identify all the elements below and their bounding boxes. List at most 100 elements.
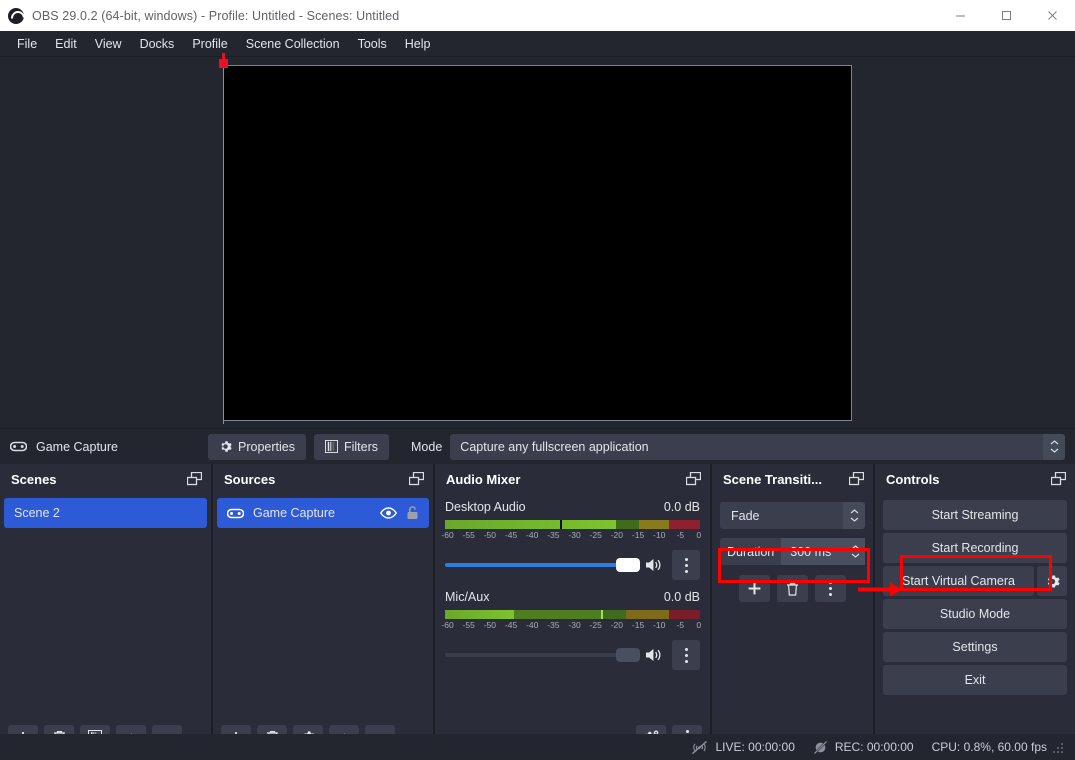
popout-icon[interactable] [849, 472, 864, 486]
duration-field[interactable]: 300 ms [781, 538, 865, 565]
selection-corner-marker [219, 52, 228, 68]
tick: -20 [610, 530, 624, 540]
duration-spinner[interactable] [845, 538, 865, 565]
menu-docks[interactable]: Docks [131, 33, 184, 55]
unlock-icon[interactable] [406, 506, 419, 520]
maximize-icon[interactable] [983, 0, 1029, 31]
popout-icon[interactable] [686, 472, 701, 486]
tick: -40 [526, 620, 539, 630]
gamepad-icon [10, 441, 27, 452]
dock-row: Scenes Scene 2 Sources Game Capture Audi… [0, 464, 1075, 754]
settings-button[interactable]: Settings [883, 632, 1067, 662]
tick: -45 [504, 620, 518, 630]
close-icon[interactable] [1029, 0, 1075, 31]
live-status: LIVE: 00:00:00 [691, 740, 795, 755]
sources-list[interactable]: Game Capture [213, 494, 433, 720]
volume-slider[interactable] [445, 642, 641, 668]
minimize-icon[interactable] [937, 0, 983, 31]
no-broadcast-icon [692, 740, 708, 754]
duration-label: Duration [720, 538, 782, 565]
virtual-camera-settings-button[interactable] [1037, 566, 1067, 596]
preview-area[interactable] [0, 52, 1075, 428]
tick: -55 [462, 620, 475, 630]
rec-status: REC: 00:00:00 [813, 740, 914, 755]
scene-transitions-dock: Scene Transiti... Fade Duration 300 ms [712, 464, 875, 754]
window-controls [937, 0, 1075, 31]
scenes-header: Scenes [0, 464, 211, 494]
audio-track: Desktop Audio 0.0 dB -60 -55 -50 -45 -40… [435, 494, 710, 580]
properties-button[interactable]: Properties [208, 433, 306, 460]
remove-transition-button[interactable] [777, 575, 808, 602]
menu-profile[interactable]: Profile [183, 33, 236, 55]
tick: -30 [568, 530, 581, 540]
tick: 0 [696, 530, 702, 540]
tick: -60 [441, 530, 454, 540]
menu-scene-collection[interactable]: Scene Collection [237, 33, 349, 55]
studio-mode-button[interactable]: Studio Mode [883, 599, 1067, 629]
popout-icon[interactable] [1051, 472, 1066, 486]
speaker-icon[interactable] [645, 557, 663, 573]
slider-handle[interactable] [616, 558, 641, 572]
menu-help[interactable]: Help [396, 33, 440, 55]
start-streaming-button[interactable]: Start Streaming [883, 500, 1067, 530]
mode-label: Mode [411, 439, 443, 454]
transition-type-dropdown[interactable]: Fade [720, 502, 865, 529]
tick: -55 [462, 530, 475, 540]
resize-grip-icon[interactable] [1053, 741, 1065, 753]
popout-icon[interactable] [409, 472, 424, 486]
tick: -10 [653, 530, 666, 540]
tick: -45 [504, 530, 518, 540]
cpu-usage: CPU: 0.8%, 60.00 fps [931, 740, 1047, 754]
audio-track-header: Desktop Audio 0.0 dB [445, 500, 700, 514]
audio-track-menu-button[interactable] [672, 550, 700, 580]
transition-buttons [712, 575, 873, 602]
tick: -25 [589, 620, 602, 630]
eye-icon[interactable] [380, 507, 397, 519]
no-record-icon [813, 740, 828, 754]
slider-handle[interactable] [616, 648, 641, 662]
audio-level-meter [445, 520, 700, 529]
updown-chevron-icon[interactable] [843, 502, 865, 529]
updown-chevron-icon[interactable] [1043, 433, 1065, 460]
tick: -50 [483, 530, 497, 540]
transition-menu-button[interactable] [815, 575, 846, 602]
audio-mixer-body: Desktop Audio 0.0 dB -60 -55 -50 -45 -40… [435, 494, 710, 720]
selection-guide-line [223, 61, 224, 424]
audio-track: Mic/Aux 0.0 dB -60 -55 -5 0 -45 -40 -35 -… [435, 580, 710, 670]
volume-slider[interactable] [445, 552, 641, 578]
plus-icon [748, 582, 761, 595]
menu-tools[interactable]: Tools [349, 33, 396, 55]
window-title: OBS 29.0.2 (64-bit, windows) - Profile: … [32, 8, 400, 23]
tick: 0 [696, 620, 702, 630]
source-list-item[interactable]: Game Capture [217, 498, 429, 528]
status-bar: LIVE: 00:00:00 REC: 00:00:00 CPU: 0.8%, … [0, 734, 1075, 760]
scene-list-item[interactable]: Scene 2 [4, 498, 207, 528]
trash-icon [787, 582, 798, 596]
virtual-camera-row: Start Virtual Camera [883, 566, 1067, 596]
start-recording-button[interactable]: Start Recording [883, 533, 1067, 563]
gear-icon [221, 441, 232, 452]
tick: -30 [568, 620, 581, 630]
menu-file[interactable]: File [8, 33, 46, 55]
meter-tick-labels: -60 -55 -50 -45 -40 -35 -30 -25 -20 -15 … [441, 620, 702, 633]
popout-icon[interactable] [187, 472, 202, 486]
tick: -5 [676, 620, 685, 630]
menu-edit[interactable]: Edit [46, 33, 86, 55]
audio-track-header: Mic/Aux 0.0 dB [445, 590, 700, 604]
tick: -20 [610, 620, 624, 630]
gear-icon [1047, 575, 1060, 587]
filters-button[interactable]: Filters [313, 433, 390, 460]
audio-track-menu-button[interactable] [672, 640, 700, 670]
rec-timer: REC: 00:00:00 [834, 740, 914, 754]
title-bar: OBS 29.0.2 (64-bit, windows) - Profile: … [0, 0, 1075, 31]
speaker-icon[interactable] [645, 647, 663, 663]
exit-button[interactable]: Exit [883, 665, 1067, 695]
sources-header: Sources [213, 464, 433, 494]
scenes-list[interactable]: Scene 2 [0, 494, 211, 720]
scene-transitions-body: Fade Duration 300 ms [712, 494, 873, 754]
tick: -60 [441, 620, 454, 630]
add-transition-button[interactable] [739, 575, 770, 602]
mode-dropdown[interactable]: Capture any fullscreen application [450, 433, 1065, 460]
preview-canvas[interactable] [223, 64, 852, 421]
menu-view[interactable]: View [86, 33, 131, 55]
